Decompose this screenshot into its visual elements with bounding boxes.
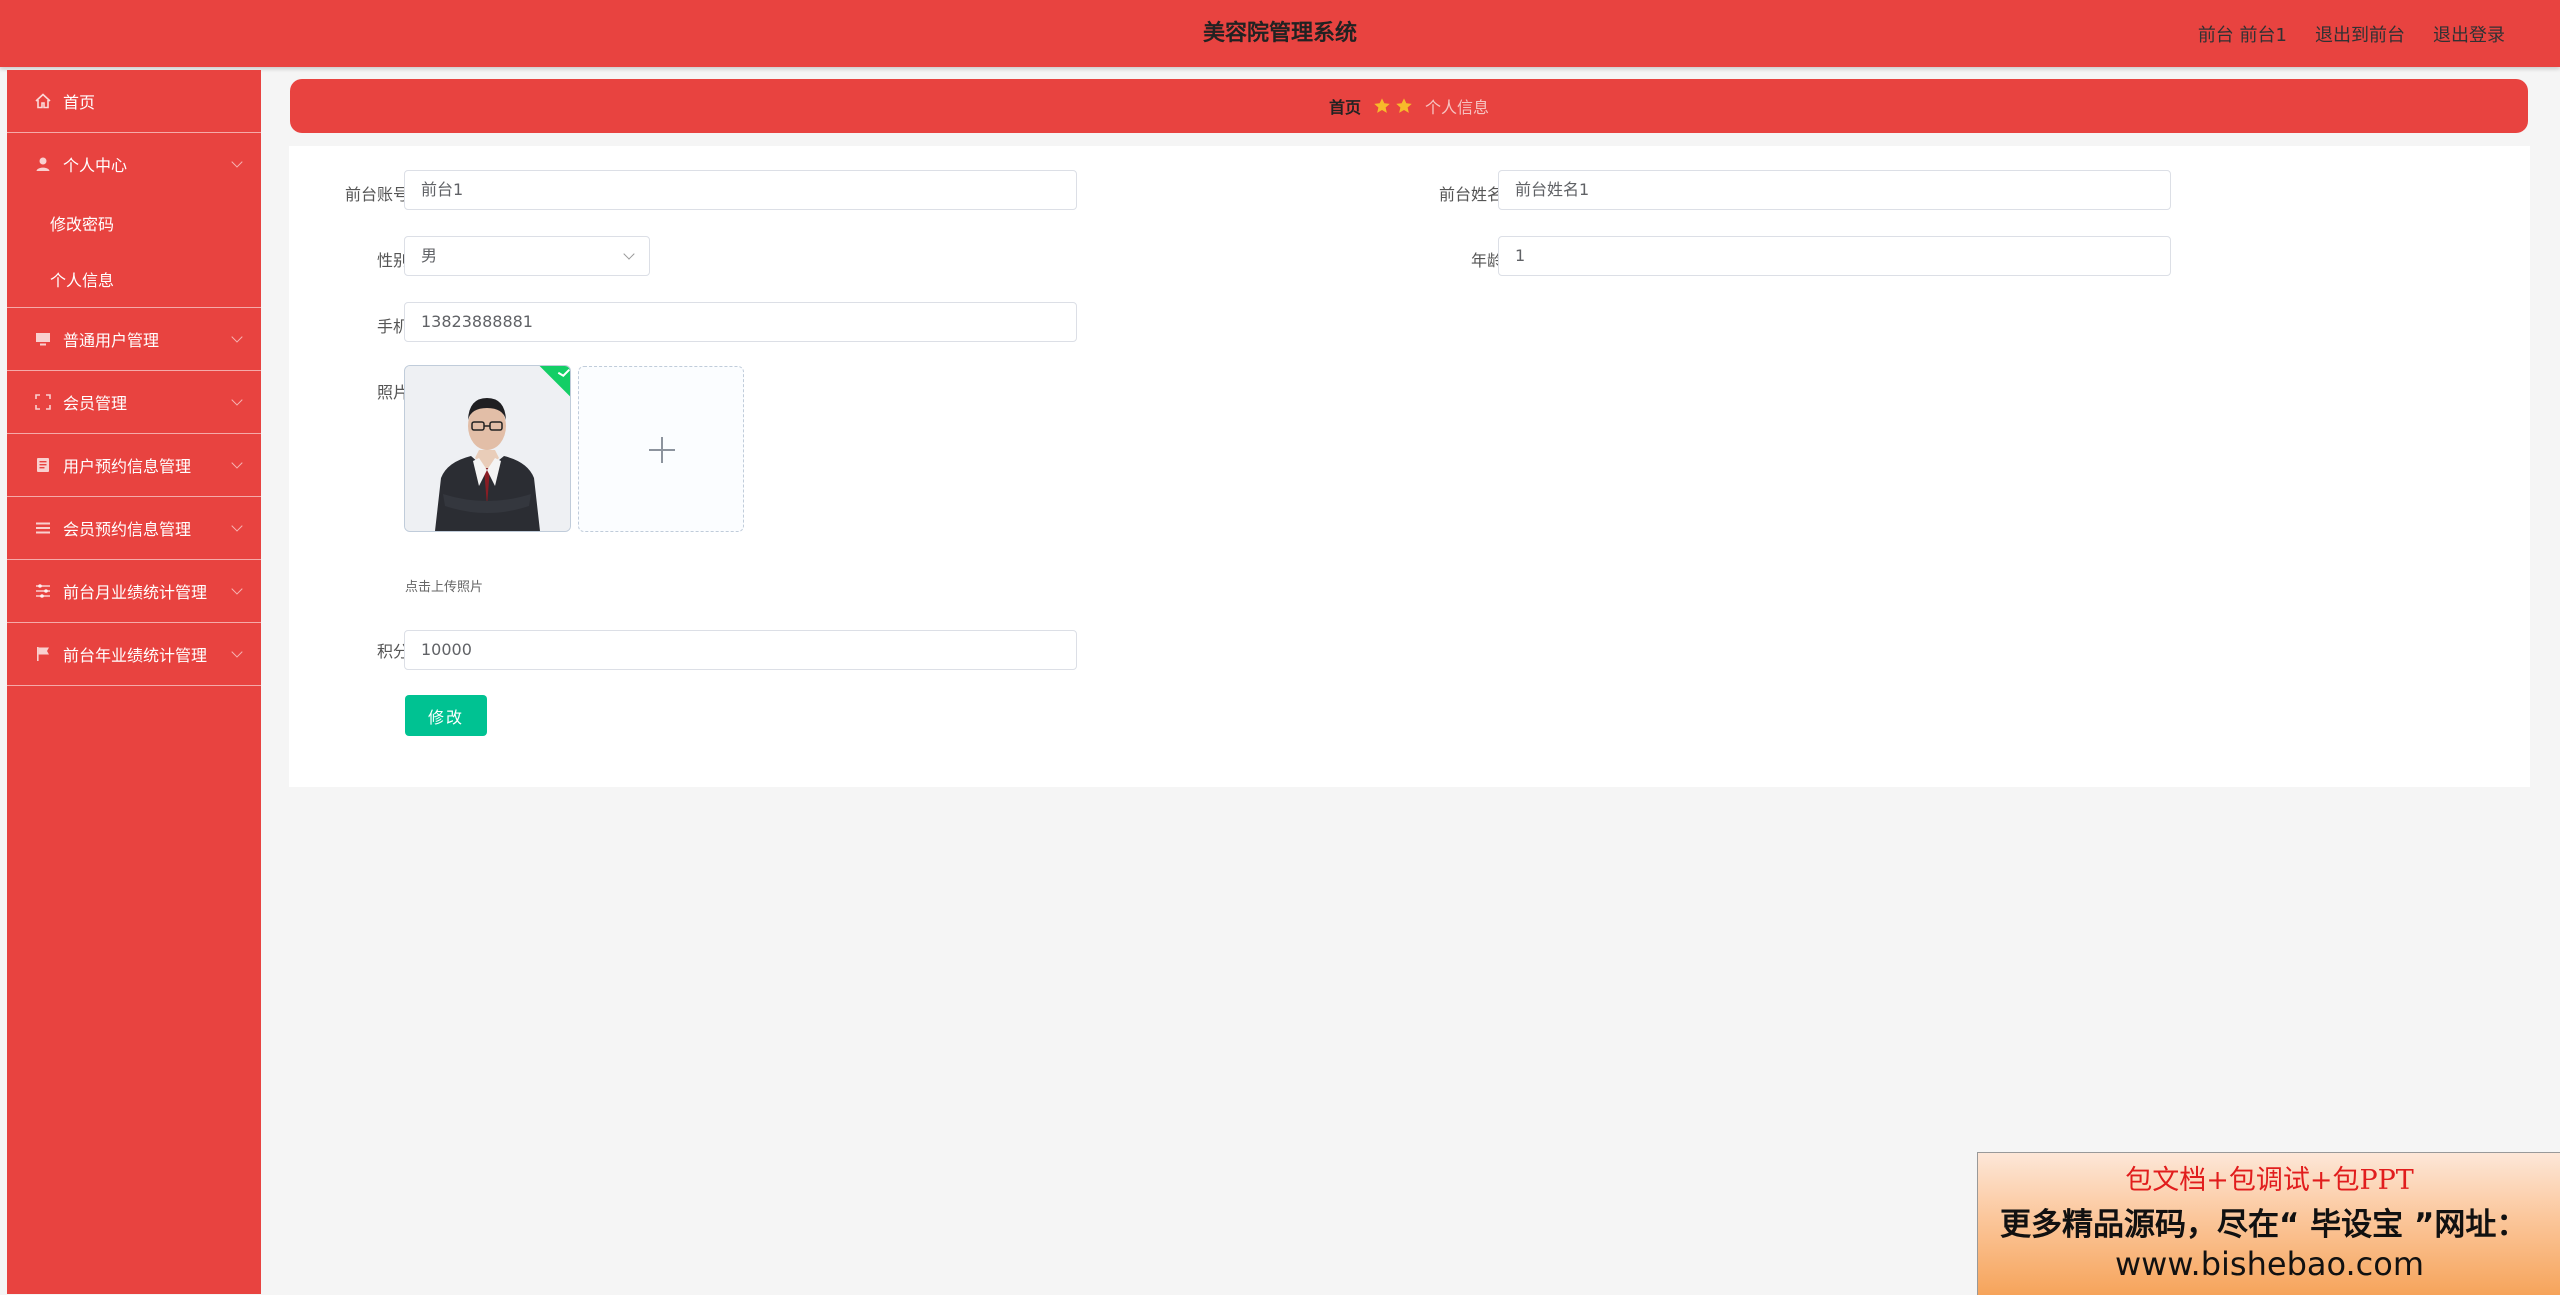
sidebar-subitem-personal-info[interactable]: 个人信息 bbox=[7, 251, 261, 307]
logout-link[interactable]: 退出登录 bbox=[2433, 21, 2505, 47]
breadcrumb: 首页 个人信息 bbox=[290, 79, 2528, 133]
list-icon bbox=[33, 518, 53, 538]
chevron-down-icon bbox=[623, 248, 635, 260]
home-icon bbox=[33, 91, 53, 111]
chevron-down-icon bbox=[231, 331, 243, 343]
name-input[interactable]: 前台姓名1 bbox=[1498, 170, 2171, 210]
top-bar: 美容院管理系统 前台 前台1 退出到前台 退出登录 bbox=[0, 0, 2560, 67]
sidebar-item-personal-center[interactable]: 个人中心 bbox=[7, 133, 261, 195]
promo-banner: 包文档+包调试+包PPT 更多精品源码，尽在“ 毕设宝 ”网址： www.bis… bbox=[1977, 1152, 2560, 1295]
sidebar-item-monthly-stats-management[interactable]: 前台月业绩统计管理 bbox=[7, 560, 261, 623]
breadcrumb-separator bbox=[1373, 97, 1413, 115]
sidebar-subitem-label: 个人信息 bbox=[50, 271, 115, 290]
age-input[interactable]: 1 bbox=[1498, 236, 2171, 276]
sidebar-item-label: 会员预约信息管理 bbox=[63, 520, 192, 539]
promo-line-2: 更多精品源码，尽在“ 毕设宝 ”网址： bbox=[2000, 1207, 2528, 1243]
current-user-label: 前台 前台1 bbox=[2197, 24, 2287, 46]
sliders-icon bbox=[33, 581, 53, 601]
chevron-down-icon bbox=[231, 520, 243, 532]
monitor-icon bbox=[33, 329, 53, 349]
sidebar-item-user-booking-management[interactable]: 用户预约信息管理 bbox=[7, 434, 261, 497]
promo-line-3: www.bishebao.com bbox=[2114, 1245, 2425, 1283]
chevron-down-icon bbox=[231, 583, 243, 595]
star-icon bbox=[1396, 98, 1412, 113]
upload-photo-button[interactable] bbox=[578, 366, 744, 532]
phone-label: 手机 bbox=[376, 317, 409, 336]
sidebar-item-label: 前台月业绩统计管理 bbox=[63, 583, 208, 602]
chevron-down-icon bbox=[231, 457, 243, 469]
sidebar-item-member-booking-management[interactable]: 会员预约信息管理 bbox=[7, 497, 261, 560]
sidebar-item-label: 前台年业绩统计管理 bbox=[63, 646, 208, 665]
star-icon bbox=[1374, 98, 1390, 113]
sidebar-item-label: 个人中心 bbox=[63, 156, 128, 175]
sidebar-item-yearly-stats-management[interactable]: 前台年业绩统计管理 bbox=[7, 623, 261, 686]
account-input[interactable]: 前台1 bbox=[404, 170, 1077, 210]
sidebar-item-label: 会员管理 bbox=[63, 394, 128, 413]
chevron-down-icon bbox=[231, 156, 243, 168]
exit-to-front-link[interactable]: 退出到前台 bbox=[2315, 21, 2405, 47]
breadcrumb-current: 个人信息 bbox=[1425, 98, 1490, 117]
sidebar-item-label: 普通用户管理 bbox=[63, 331, 160, 350]
document-icon bbox=[33, 455, 53, 475]
flag-icon bbox=[33, 644, 53, 664]
points-input[interactable]: 10000 bbox=[404, 630, 1077, 670]
upload-tip: 点击上传照片 bbox=[405, 580, 484, 595]
account-label: 前台账号 bbox=[344, 185, 409, 204]
age-label: 年龄 bbox=[1470, 251, 1503, 270]
frame-icon bbox=[33, 392, 53, 412]
sidebar-item-member-management[interactable]: 会员管理 bbox=[7, 371, 261, 434]
promo-line-1: 包文档+包调试+包PPT bbox=[2125, 1165, 2414, 1196]
sidebar-item-normal-user-management[interactable]: 普通用户管理 bbox=[7, 308, 261, 371]
photo-label: 照片 bbox=[376, 383, 409, 402]
sidebar-subitem-label: 修改密码 bbox=[50, 215, 115, 234]
sidebar-item-home[interactable]: 首页 bbox=[7, 70, 261, 133]
gender-label: 性别 bbox=[376, 251, 409, 270]
submit-button[interactable]: 修改 bbox=[405, 695, 487, 736]
sidebar-item-label: 首页 bbox=[63, 93, 96, 112]
sidebar-subitem-change-password[interactable]: 修改密码 bbox=[7, 195, 261, 251]
plus-icon bbox=[661, 437, 663, 463]
name-label: 前台姓名 bbox=[1438, 185, 1503, 204]
chevron-down-icon bbox=[231, 394, 243, 406]
sidebar: 首页 个人中心 修改密码 个人信息 普通用户管理 会员管理 用户预约信息管理 会… bbox=[7, 70, 261, 1294]
phone-input[interactable]: 13823888881 bbox=[404, 302, 1077, 342]
points-label: 积分 bbox=[376, 642, 409, 661]
personal-center-submenu: 修改密码 个人信息 bbox=[7, 195, 261, 308]
top-links: 前台 前台1 退出到前台 退出登录 bbox=[2198, 0, 2505, 67]
person-portrait-image bbox=[405, 366, 570, 531]
breadcrumb-home[interactable]: 首页 bbox=[1329, 94, 1361, 118]
profile-photo[interactable] bbox=[404, 365, 571, 532]
app-title: 美容院管理系统 bbox=[1202, 21, 1357, 46]
chevron-down-icon bbox=[231, 646, 243, 658]
gender-select-value: 男 bbox=[421, 246, 438, 265]
sidebar-item-label: 用户预约信息管理 bbox=[63, 457, 192, 476]
gender-select[interactable]: 男 bbox=[404, 236, 650, 276]
user-icon bbox=[33, 154, 53, 174]
